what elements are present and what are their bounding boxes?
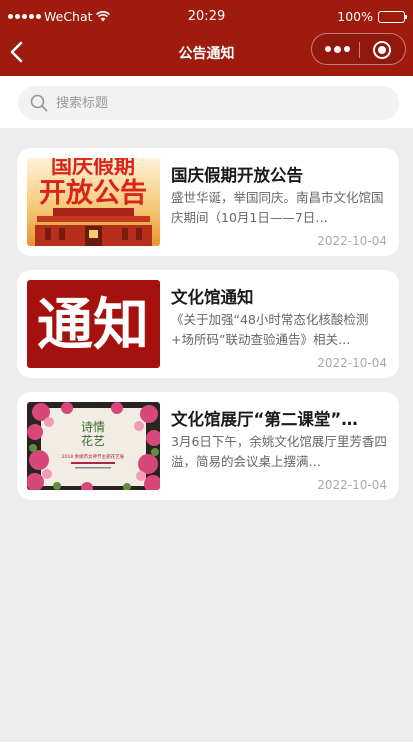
capsule-divider xyxy=(359,42,360,58)
article-title: 文化馆通知 xyxy=(171,288,254,307)
article-summary: 盛世华诞，举国同庆。南昌市文化馆国庆期间（10月1日——7日… xyxy=(171,190,384,225)
article-list: 国庆假期 开放公告 国庆假期开放公告 盛世华诞，举国同庆。南昌市文化馆国庆期间（… xyxy=(17,148,399,514)
article-card[interactable]: 诗情 花艺 2018 余姚市女神节主题花艺展 文化馆展厅“第二课堂”… 3月6日… xyxy=(17,392,399,500)
battery-percent: 100% xyxy=(337,9,373,24)
article-card[interactable]: 国庆假期 开放公告 国庆假期开放公告 盛世华诞，举国同庆。南昌市文化馆国庆期间（… xyxy=(17,148,399,256)
article-thumbnail: 国庆假期 开放公告 xyxy=(27,158,160,246)
article-thumbnail: 诗情 花艺 2018 余姚市女神节主题花艺展 xyxy=(27,402,160,490)
article-card[interactable]: 通知 文化馆通知 《关于加强“48小时常态化核酸检测+场所码”联动查验通告》相关… xyxy=(17,270,399,378)
search-input[interactable] xyxy=(56,93,376,113)
article-summary: 3月6日下午，余姚文化馆展厅里芳香四溢，简易的会议桌上摆满… xyxy=(171,434,387,469)
thumb-line-2: 开放公告 xyxy=(39,177,147,209)
thumb-line-2: 花艺 xyxy=(81,433,105,448)
status-bar: WeChat 20:29 100% xyxy=(0,9,413,27)
thumb-line-1: 国庆假期 xyxy=(51,158,135,178)
thumb-line-1: 诗情 xyxy=(81,420,105,434)
article-summary: 《关于加强“48小时常态化核酸检测+场所码”联动查验通告》相关… xyxy=(171,312,369,347)
article-title: 国庆假期开放公告 xyxy=(171,166,303,185)
more-menu-icon[interactable] xyxy=(325,45,350,53)
bottom-edge xyxy=(0,742,413,752)
thumb-line-3: 2018 余姚市女神节主题花艺展 xyxy=(62,453,125,460)
article-title: 文化馆展厅“第二课堂”… xyxy=(171,410,358,429)
search-icon xyxy=(30,94,48,112)
search-bar-container xyxy=(0,76,413,128)
article-date: 2022-10-04 xyxy=(317,478,387,492)
top-header: WeChat 20:29 100% 公告通知 xyxy=(0,0,413,76)
battery-icon xyxy=(378,10,407,23)
article-date: 2022-10-04 xyxy=(317,234,387,248)
article-date: 2022-10-04 xyxy=(317,356,387,370)
battery-group: 100% xyxy=(337,9,407,24)
thumb-text: 通知 xyxy=(37,292,149,358)
close-miniprogram-icon[interactable] xyxy=(373,41,391,59)
search-box[interactable] xyxy=(18,86,399,120)
article-thumbnail: 通知 xyxy=(27,280,160,368)
miniprogram-capsule xyxy=(311,33,406,65)
